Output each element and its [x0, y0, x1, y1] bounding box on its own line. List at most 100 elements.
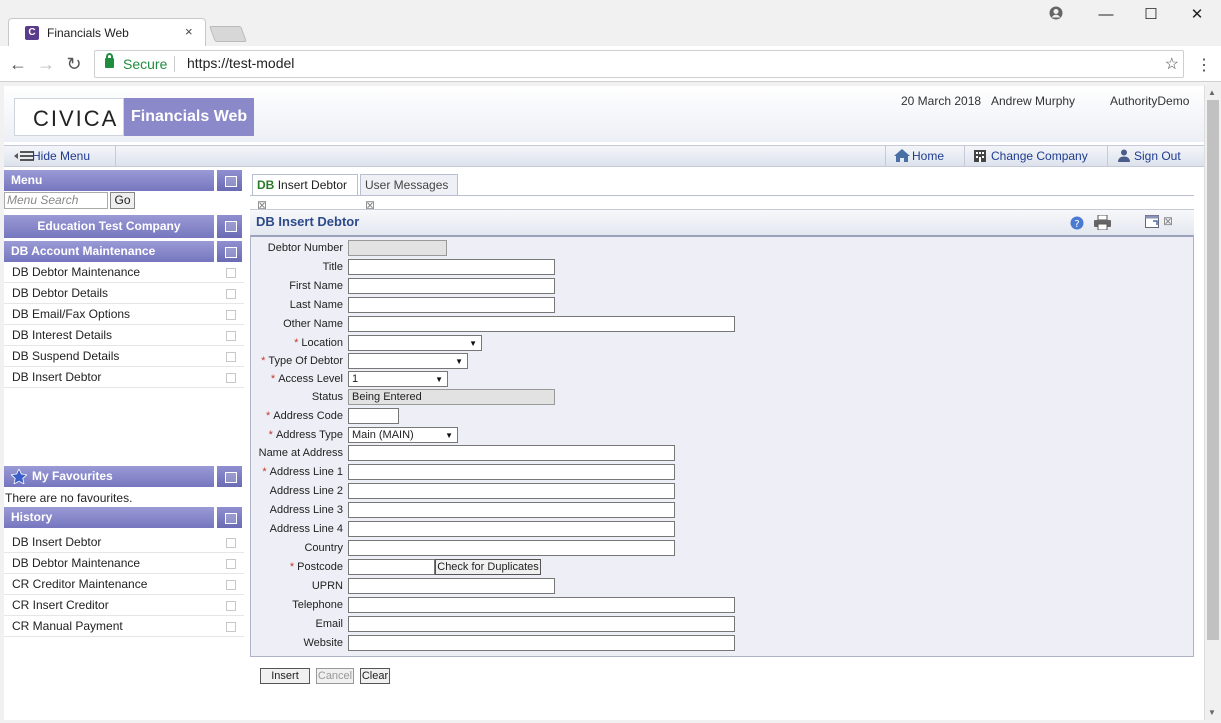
page-scrollbar[interactable]: ▲ ▼: [1204, 86, 1221, 720]
website-input[interactable]: [348, 635, 735, 651]
address-code-input[interactable]: [348, 408, 399, 424]
scrollbar-thumb[interactable]: [1207, 100, 1219, 640]
required-marker: *: [266, 410, 271, 422]
help-icon[interactable]: ?: [1070, 216, 1084, 233]
menu-item-debtor-maintenance[interactable]: DB Debtor Maintenance: [4, 262, 244, 283]
hide-menu-button[interactable]: Hide Menu: [6, 146, 116, 167]
company-toggle-icon[interactable]: [216, 215, 242, 238]
company-selector[interactable]: Education Test Company: [4, 215, 214, 238]
telephone-input[interactable]: [348, 597, 735, 613]
history-item[interactable]: CR Insert Creditor: [4, 595, 244, 616]
header-user: Andrew Murphy: [991, 94, 1076, 108]
menu-item-suspend-details[interactable]: DB Suspend Details: [4, 346, 244, 367]
bookmark-star-icon[interactable]: ☆: [1165, 54, 1179, 74]
reload-icon[interactable]: ↻: [64, 54, 84, 75]
tab-close-icon[interactable]: ×: [185, 24, 193, 39]
browser-tab[interactable]: C Financials Web ×: [8, 18, 206, 47]
label-address-line-3: Address Line 3: [269, 504, 343, 516]
label-title: Title: [322, 261, 343, 273]
label-type-of-debtor: * Type Of Debtor: [261, 355, 343, 367]
first-name-input[interactable]: [348, 278, 555, 294]
minimize-button[interactable]: —: [1096, 6, 1116, 26]
label-postcode: * Postcode: [289, 561, 343, 573]
cancel-button[interactable]: Cancel: [316, 668, 354, 684]
tab-divider: [250, 195, 1194, 196]
history-item[interactable]: CR Manual Payment: [4, 616, 244, 637]
history-panel-header: History: [4, 507, 214, 528]
label-location: * Location: [294, 337, 343, 349]
tab-user-messages[interactable]: User Messages ⊠: [360, 174, 458, 212]
address-line-4-input[interactable]: [348, 521, 675, 537]
other-name-input[interactable]: [348, 316, 735, 332]
forward-arrow-icon[interactable]: →: [36, 54, 56, 75]
label-website: Website: [303, 637, 343, 649]
menu-panel-header: Menu: [4, 170, 214, 191]
history-item[interactable]: DB Insert Debtor: [4, 532, 244, 553]
popout-window-icon[interactable]: [1145, 215, 1161, 232]
label-email: Email: [315, 618, 343, 630]
menu-search-input[interactable]: Menu Search: [4, 192, 108, 209]
menu-panel-toggle-icon[interactable]: [216, 170, 242, 191]
insert-button[interactable]: Insert: [260, 668, 310, 684]
clear-button[interactable]: Clear: [360, 668, 390, 684]
address-line-3-input[interactable]: [348, 502, 675, 518]
address-type-select[interactable]: Main (MAIN): [348, 427, 458, 443]
history-item[interactable]: CR Creditor Maintenance: [4, 574, 244, 595]
menu-item-insert-debtor[interactable]: DB Insert Debtor: [4, 367, 244, 388]
uprn-input[interactable]: [348, 578, 555, 594]
debtor-form: Debtor Number Title First Name Last Name…: [250, 235, 1194, 657]
browser-tab-title: Financials Web: [47, 26, 129, 40]
new-tab-button[interactable]: [209, 26, 247, 42]
back-arrow-icon[interactable]: ←: [8, 54, 28, 75]
last-name-input[interactable]: [348, 297, 555, 313]
country-input[interactable]: [348, 540, 675, 556]
label-first-name: First Name: [289, 280, 343, 292]
debtor-number-field: [348, 240, 447, 256]
print-icon[interactable]: [1094, 214, 1111, 233]
home-button[interactable]: Home: [885, 146, 952, 167]
profile-icon[interactable]: [1046, 6, 1066, 26]
scroll-up-arrow-icon[interactable]: ▲: [1208, 88, 1216, 97]
scroll-down-arrow-icon[interactable]: ▼: [1208, 708, 1216, 717]
label-access-level: * Access Level: [270, 373, 343, 385]
name-at-address-input[interactable]: [348, 445, 675, 461]
menu-search-go-button[interactable]: Go: [110, 192, 135, 209]
label-telephone: Telephone: [292, 599, 343, 611]
history-item[interactable]: DB Debtor Maintenance: [4, 553, 244, 574]
label-other-name: Other Name: [283, 318, 343, 330]
browser-menu-icon[interactable]: ⋮: [1196, 55, 1212, 75]
form-close-icon[interactable]: ⊠: [1163, 214, 1173, 228]
title-input[interactable]: [348, 259, 555, 275]
form-header: DB Insert Debtor ? ⊠: [250, 209, 1194, 235]
email-input[interactable]: [348, 616, 735, 632]
menu-section-folder-icon[interactable]: [216, 241, 242, 262]
postcode-input[interactable]: [348, 559, 435, 575]
favourites-empty-text: There are no favourites.: [5, 491, 133, 505]
menu-item-email-fax-options[interactable]: DB Email/Fax Options: [4, 304, 244, 325]
favourites-toggle-icon[interactable]: [216, 466, 242, 487]
history-toggle-icon[interactable]: [216, 507, 242, 528]
close-window-button[interactable]: ✕: [1187, 6, 1207, 26]
app-header: CIVICA Financials Web 20 March 2018 Andr…: [4, 86, 1204, 142]
lock-icon: [105, 53, 114, 68]
address-line-1-input[interactable]: [348, 464, 675, 480]
form-title: DB Insert Debtor: [256, 214, 360, 229]
maximize-button[interactable]: ☐: [1141, 6, 1161, 26]
location-select[interactable]: [348, 335, 482, 351]
label-address-code: * Address Code: [266, 410, 343, 422]
civica-logo: CIVICA: [14, 98, 124, 136]
change-company-button[interactable]: Change Company: [964, 146, 1096, 167]
address-line-2-input[interactable]: [348, 483, 675, 499]
check-duplicates-button[interactable]: Check for Duplicates: [435, 559, 541, 575]
required-marker: *: [270, 373, 276, 385]
url-text[interactable]: https://test-model: [187, 55, 294, 71]
address-bar[interactable]: Secure https://test-model ☆: [94, 50, 1184, 78]
menu-item-interest-details[interactable]: DB Interest Details: [4, 325, 244, 346]
tab-insert-debtor[interactable]: DB Insert Debtor ⊠: [252, 174, 358, 212]
access-level-select[interactable]: 1: [348, 371, 448, 387]
type-of-debtor-select[interactable]: [348, 353, 468, 369]
menu-item-debtor-details[interactable]: DB Debtor Details: [4, 283, 244, 304]
sign-out-button[interactable]: Sign Out: [1107, 146, 1189, 167]
menu-section-header[interactable]: DB Account Maintenance: [4, 241, 214, 262]
label-debtor-number: Debtor Number: [267, 242, 343, 254]
